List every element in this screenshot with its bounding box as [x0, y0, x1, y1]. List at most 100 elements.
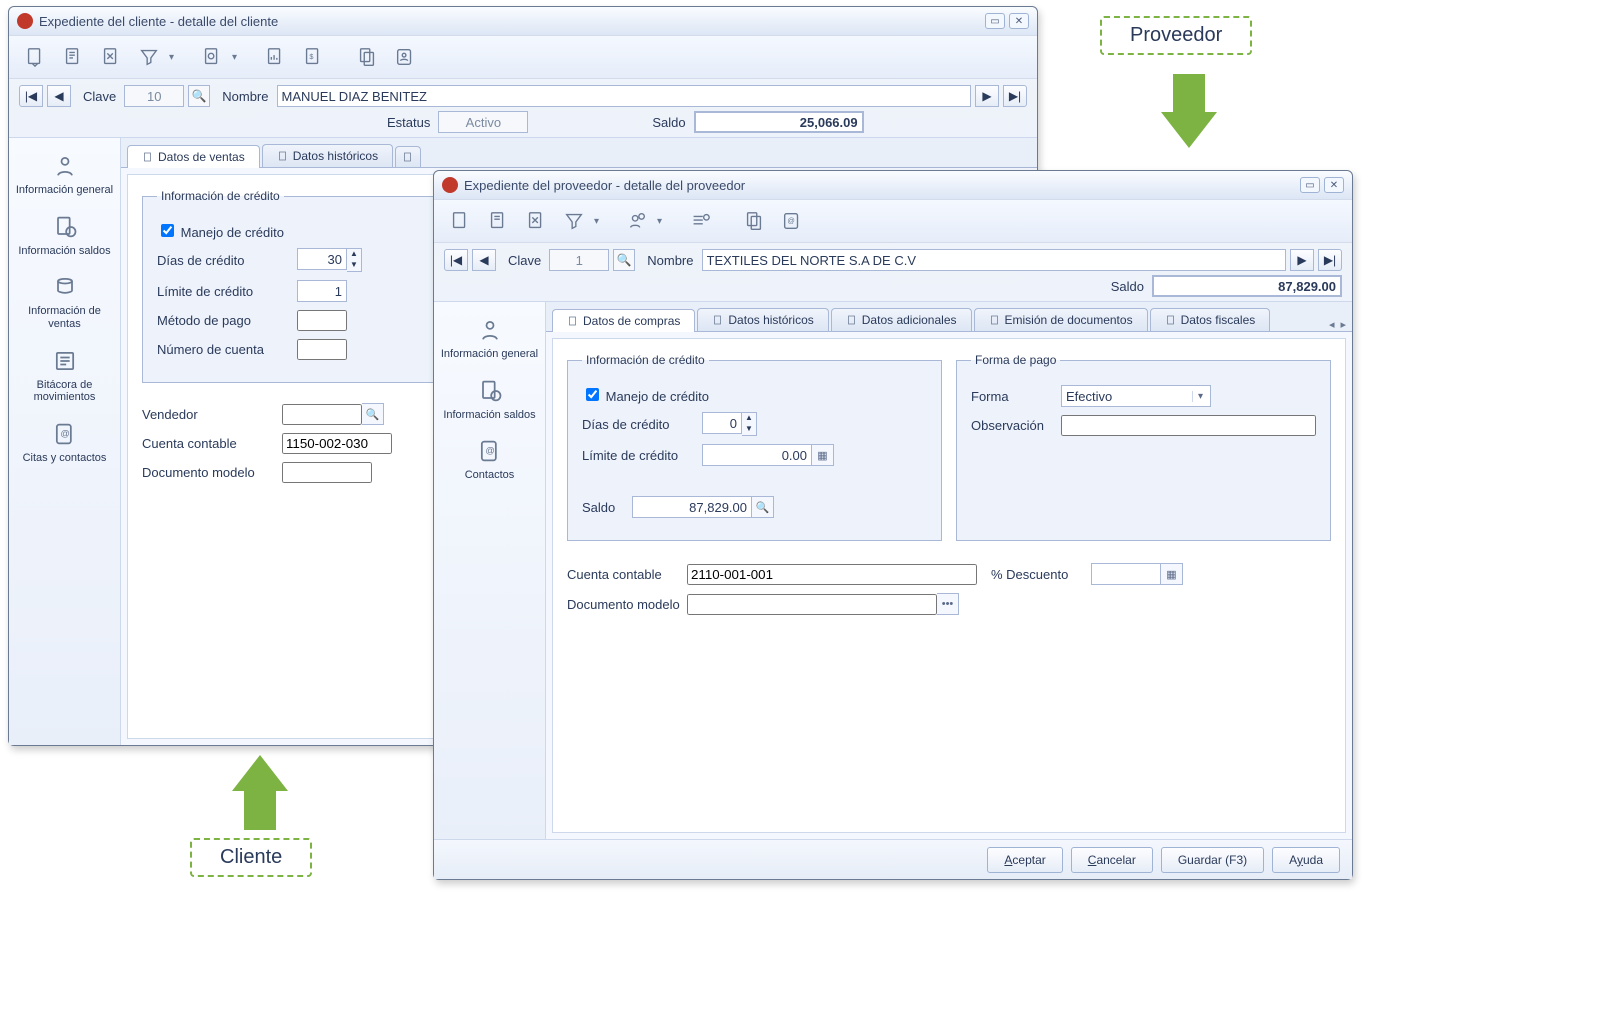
browse-button[interactable]: ••• — [937, 593, 959, 615]
nav-first-button[interactable]: |◀ — [444, 249, 468, 271]
dias-field[interactable] — [297, 248, 347, 270]
dropdown-arrow-icon[interactable]: ▾ — [232, 52, 237, 63]
vendedor-field[interactable] — [282, 404, 362, 425]
nav-last-button[interactable]: ▶| — [1318, 249, 1342, 271]
dropdown-arrow-icon[interactable]: ▾ — [594, 216, 599, 227]
tab-icon — [846, 314, 858, 326]
minimize-button[interactable]: ▭ — [1300, 177, 1320, 193]
cliente-title: Expediente del cliente - detalle del cli… — [39, 14, 278, 29]
nav-first-button[interactable]: |◀ — [19, 85, 43, 107]
new-doc-icon[interactable] — [19, 41, 51, 73]
sidebar-item-info-general[interactable]: Información general — [9, 144, 120, 205]
clave-lookup-button[interactable]: 🔍 — [613, 249, 635, 271]
numcta-field[interactable] — [297, 339, 347, 360]
list-money-icon[interactable] — [684, 205, 716, 237]
tab-datos-compras[interactable]: Datos de compras — [552, 309, 695, 332]
svg-text:$: $ — [309, 52, 313, 61]
tab-datos-historicos[interactable]: Datos históricos — [697, 308, 828, 331]
tab-icon — [277, 150, 289, 162]
descuento-field[interactable] — [1091, 563, 1161, 585]
attach-icon[interactable] — [738, 205, 770, 237]
cuenta-field[interactable] — [687, 564, 977, 585]
clave-lookup-button[interactable]: 🔍 — [188, 85, 210, 107]
clave-field[interactable] — [124, 85, 184, 107]
contact-icon[interactable] — [389, 41, 421, 73]
vendedor-lookup-button[interactable]: 🔍 — [362, 403, 384, 425]
nav-last-button[interactable]: ▶| — [1003, 85, 1027, 107]
guardar-button[interactable]: Guardar (F3) — [1161, 847, 1264, 873]
docmodelo-field[interactable] — [687, 594, 937, 615]
close-button[interactable]: ✕ — [1009, 13, 1029, 29]
obs-field[interactable] — [1061, 415, 1316, 436]
credit-legend: Información de crédito — [157, 189, 284, 203]
tab-datos-historicos[interactable]: Datos históricos — [262, 144, 393, 167]
money-doc-icon[interactable] — [196, 41, 228, 73]
sidebar-item-info-general[interactable]: Información general — [434, 308, 545, 369]
dias-field[interactable] — [702, 412, 742, 434]
minimize-button[interactable]: ▭ — [985, 13, 1005, 29]
callout-cliente: Cliente — [190, 838, 312, 877]
saldo2-field[interactable] — [632, 496, 752, 518]
cuenta-label: Cuenta contable — [567, 567, 687, 582]
nav-prev-button[interactable]: ◀ — [47, 85, 71, 107]
nav-next-button[interactable]: ▶ — [975, 85, 999, 107]
manejo-check[interactable]: Manejo de crédito — [157, 221, 284, 240]
proveedor-window: Expediente del proveedor - detalle del p… — [433, 170, 1353, 880]
dropdown-arrow-icon[interactable]: ▾ — [169, 52, 174, 63]
close-button[interactable]: ✕ — [1324, 177, 1344, 193]
sidebar-item-info-ventas[interactable]: Información de ventas — [9, 265, 120, 338]
nav-next-button[interactable]: ▶ — [1290, 249, 1314, 271]
cancelar-button[interactable]: Cancelar — [1071, 847, 1153, 873]
limite-field[interactable] — [702, 444, 812, 466]
cliente-toolbar: ▾ ▾ $ — [9, 35, 1037, 79]
sidebar-item-contactos[interactable]: @ Contactos — [434, 429, 545, 490]
report-icon[interactable] — [259, 41, 291, 73]
forma-combo[interactable]: Efectivo▾ — [1061, 385, 1211, 407]
sidebar-item-citas[interactable]: @ Citas y contactos — [9, 412, 120, 473]
nombre-field[interactable] — [277, 85, 972, 107]
clave-label: Clave — [83, 89, 116, 104]
limite-field[interactable] — [297, 280, 347, 302]
filter-icon[interactable] — [133, 41, 165, 73]
attach-icon[interactable] — [351, 41, 383, 73]
tab-more[interactable] — [395, 146, 421, 167]
spinner-buttons[interactable]: ▲▼ — [347, 248, 362, 272]
calculator-button[interactable]: ▦ — [812, 444, 834, 466]
contact-icon[interactable]: @ — [776, 205, 808, 237]
sidebar-item-info-saldos[interactable]: Información saldos — [9, 205, 120, 266]
calculator-button[interactable]: ▦ — [1161, 563, 1183, 585]
balance-icon[interactable]: $ — [297, 41, 329, 73]
clave-field[interactable] — [549, 249, 609, 271]
tab-emision-documentos[interactable]: Emisión de documentos — [974, 308, 1148, 331]
tab-datos-ventas[interactable]: Datos de ventas — [127, 145, 260, 168]
dropdown-arrow-icon[interactable]: ▾ — [657, 216, 662, 227]
sidebar-item-info-saldos[interactable]: Información saldos — [434, 369, 545, 430]
new-doc-icon[interactable] — [444, 205, 476, 237]
manejo-check[interactable]: Manejo de crédito — [582, 385, 709, 404]
docmodelo-label: Documento modelo — [567, 597, 687, 612]
user-money-icon[interactable] — [621, 205, 653, 237]
metodo-label: Método de pago — [157, 313, 297, 328]
tab-icon — [402, 151, 414, 163]
ayuda-button[interactable]: Ayuda — [1272, 847, 1340, 873]
filter-icon[interactable] — [558, 205, 590, 237]
tab-scroll[interactable]: ◂▸ — [1323, 318, 1352, 331]
tab-datos-fiscales[interactable]: Datos fiscales — [1150, 308, 1271, 331]
cuenta-field[interactable] — [282, 433, 392, 454]
delete-doc-icon[interactable] — [520, 205, 552, 237]
saldo-lookup-button[interactable]: 🔍 — [752, 496, 774, 518]
docmodelo-field[interactable] — [282, 462, 372, 483]
edit-doc-icon[interactable] — [482, 205, 514, 237]
nombre-field[interactable] — [702, 249, 1287, 271]
forma-legend: Forma de pago — [971, 353, 1060, 367]
delete-doc-icon[interactable] — [95, 41, 127, 73]
nav-prev-button[interactable]: ◀ — [472, 249, 496, 271]
chevron-down-icon: ▾ — [1192, 391, 1208, 402]
metodo-field[interactable] — [297, 310, 347, 331]
aceptar-button[interactable]: Aceptar — [987, 847, 1062, 873]
edit-doc-icon[interactable] — [57, 41, 89, 73]
forma-pago-fieldset: Forma de pago Forma Efectivo▾ Observació… — [956, 353, 1331, 541]
sidebar-item-bitacora[interactable]: Bitácora de movimientos — [9, 339, 120, 412]
spinner-buttons[interactable]: ▲▼ — [742, 412, 757, 436]
tab-datos-adicionales[interactable]: Datos adicionales — [831, 308, 972, 331]
